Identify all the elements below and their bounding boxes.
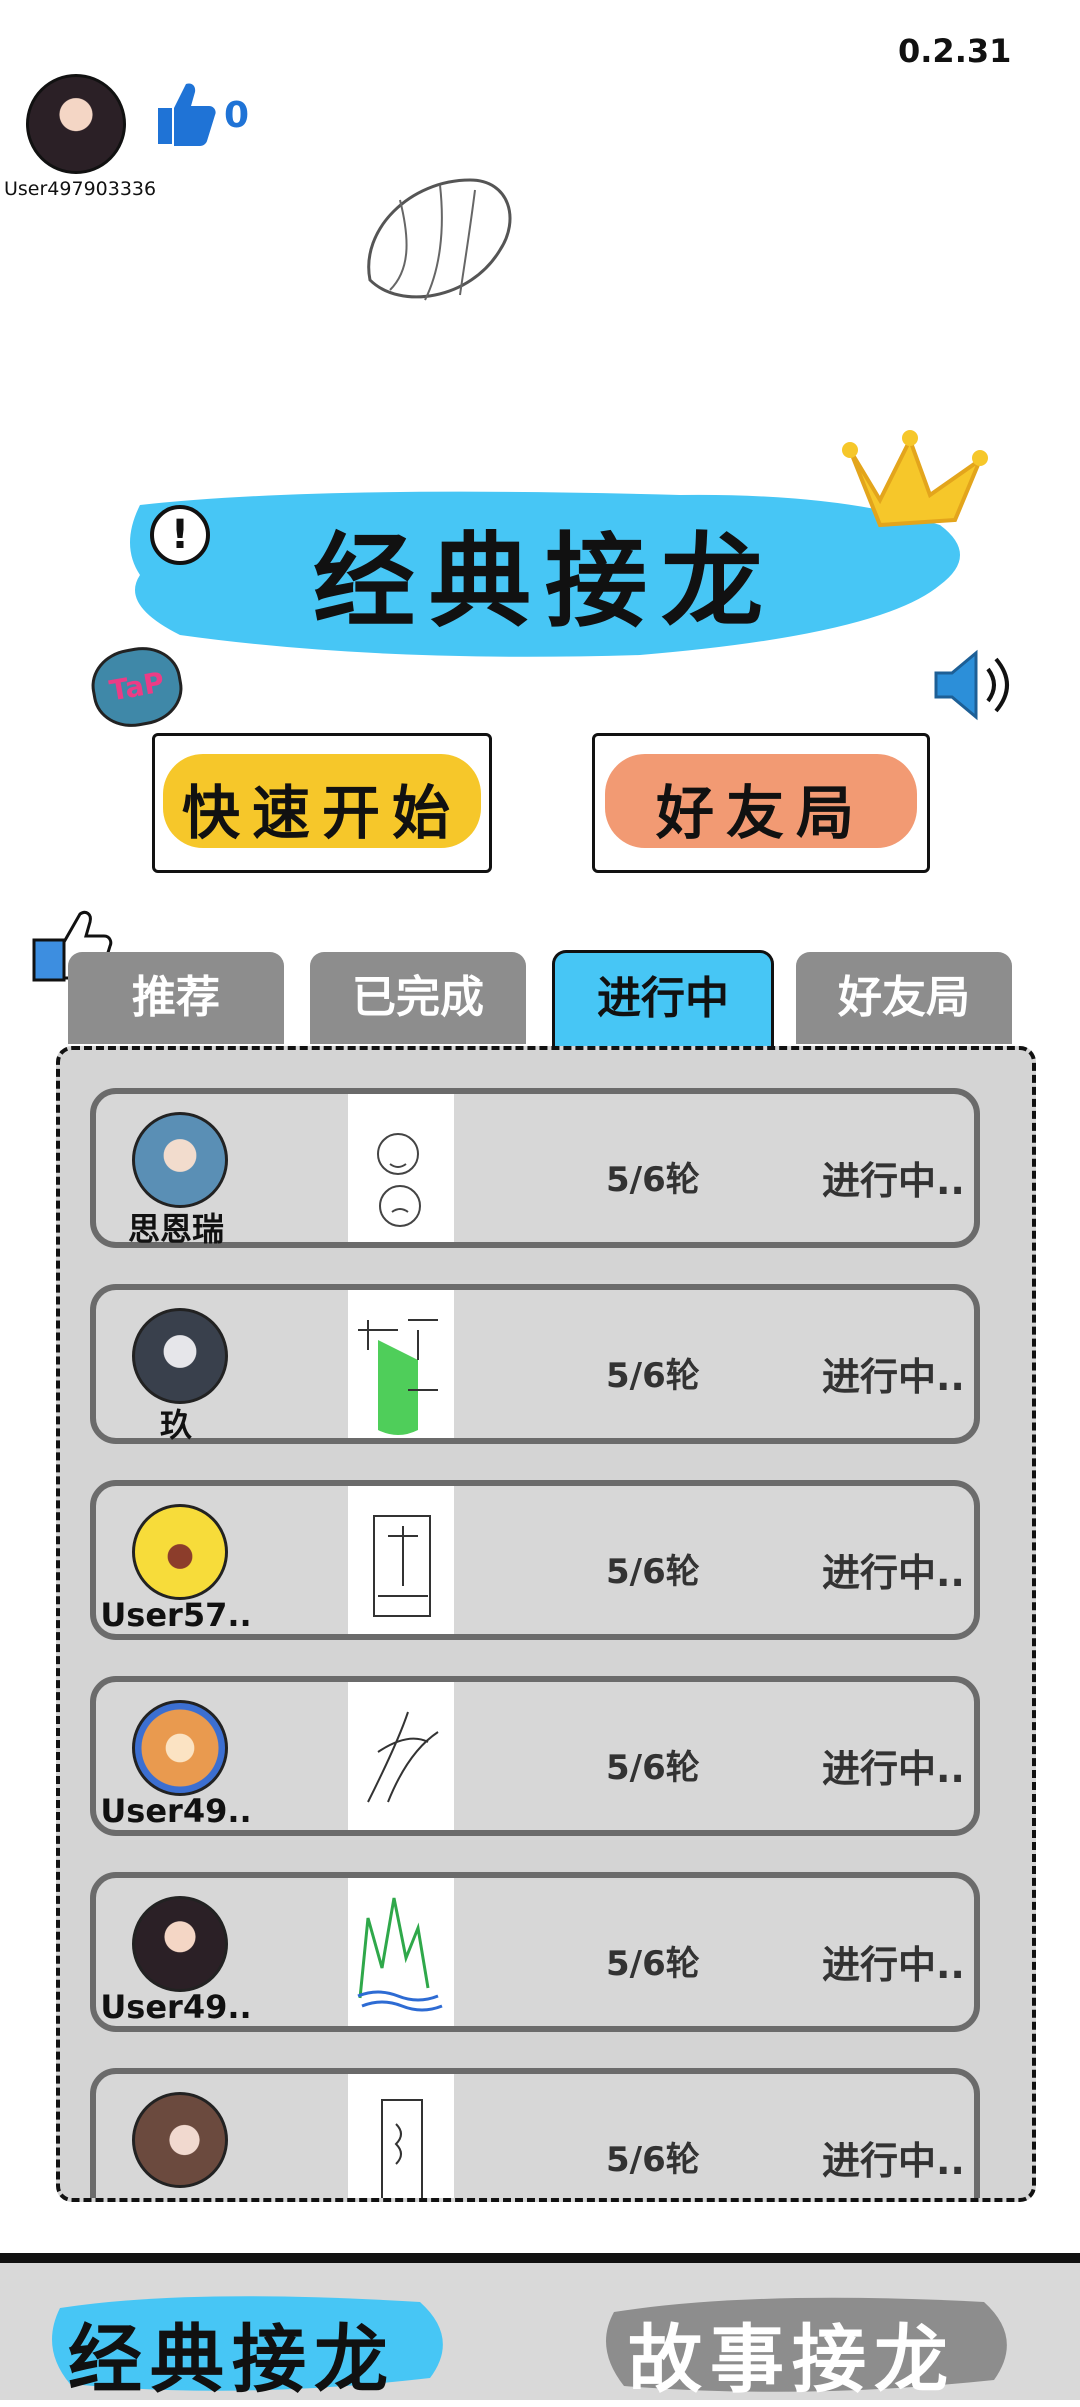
round-count: 5/6轮 (606, 1160, 700, 1200)
round-count: 5/6轮 (606, 2140, 700, 2180)
player-avatar (132, 2092, 228, 2188)
quick-start-label: 快速开始 (181, 779, 462, 847)
speaker-icon[interactable] (930, 645, 1020, 729)
status-label: 进行中.. (822, 1747, 965, 1791)
tab-completed[interactable]: 已完成 (310, 952, 526, 1044)
player-name: 玖 (159, 1406, 192, 1444)
tab-recommended[interactable]: 推荐 (68, 952, 284, 1044)
like-count: 0 (224, 95, 250, 136)
drawing-thumbnail (348, 1290, 454, 1438)
drawing-thumbnail (348, 1682, 454, 1830)
round-count: 5/6轮 (606, 1552, 700, 1592)
round-count: 5/6轮 (606, 1944, 700, 1984)
nav-story-relay[interactable]: 故事接龙 (628, 2300, 1008, 2407)
player-avatar (132, 1308, 228, 1404)
player-avatar (132, 1112, 228, 1208)
drawing-thumbnail (348, 1878, 454, 2026)
croissant-doodle-icon (350, 160, 520, 314)
drawing-thumbnail (348, 2074, 454, 2198)
bottom-divider (0, 2253, 1080, 2263)
drawing-thumbnail (348, 1094, 454, 1242)
player-avatar (132, 1896, 228, 1992)
crown-icon (840, 410, 1000, 534)
game-row[interactable]: User49.. 5/6轮 进行中.. (90, 1676, 980, 1836)
round-count: 5/6轮 (606, 1356, 700, 1396)
game-list-panel[interactable]: 思恩瑞 5/6轮 进行中.. 玖 5/6轮 进行中.. User57.. 5/6… (56, 1046, 1036, 2202)
nav-classic-relay[interactable]: 经典接龙 (68, 2300, 448, 2407)
tab-in-progress[interactable]: 进行中 (552, 950, 774, 1049)
game-row[interactable]: User49.. 5/6轮 进行中.. (90, 1872, 980, 2032)
friend-game-label: 好友局 (655, 779, 866, 847)
status-label: 进行中.. (822, 1355, 965, 1399)
player-name: User57.. (100, 1596, 252, 1634)
player-avatar (132, 1700, 228, 1796)
game-row[interactable]: 玖 5/6轮 进行中.. (90, 1284, 980, 1444)
status-label: 进行中.. (822, 1943, 965, 1987)
player-name: User49.. (100, 1792, 252, 1830)
version-label: 0.2.31 (898, 32, 1012, 70)
status-label: 进行中.. (822, 1159, 965, 1203)
friend-game-button[interactable]: 好友局 (592, 733, 930, 873)
user-avatar[interactable] (26, 74, 126, 174)
tab-friend-games[interactable]: 好友局 (796, 952, 1012, 1044)
status-label: 进行中.. (822, 1551, 965, 1595)
game-row[interactable]: User57.. 5/6轮 进行中.. (90, 1480, 980, 1640)
player-name: User49.. (100, 1988, 252, 2026)
info-icon[interactable]: ! (150, 505, 210, 565)
page-title: 经典接龙 (313, 522, 777, 642)
username-label: User497903336 (4, 178, 157, 200)
player-avatar (132, 1504, 228, 1600)
game-row[interactable]: 思恩瑞 5/6轮 进行中.. (90, 1088, 980, 1248)
quick-start-button[interactable]: 快速开始 (152, 733, 492, 873)
game-row[interactable]: 5/6轮 进行中.. (90, 2068, 980, 2198)
player-name: 思恩瑞 (127, 1210, 224, 1248)
thumbs-up-icon[interactable] (150, 78, 216, 152)
round-count: 5/6轮 (606, 1748, 700, 1788)
drawing-thumbnail (348, 1486, 454, 1634)
status-label: 进行中.. (822, 2139, 965, 2183)
